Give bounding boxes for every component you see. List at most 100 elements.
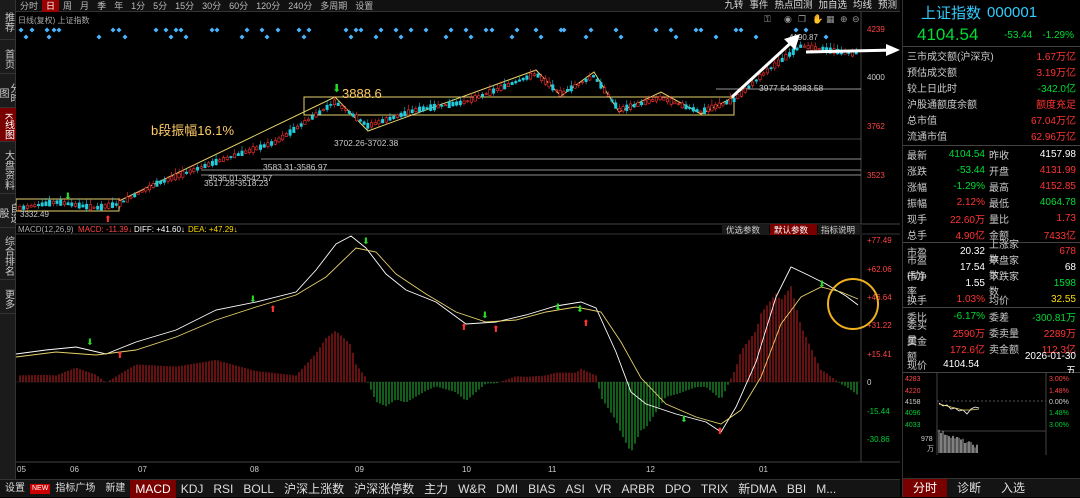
candle-body (332, 99, 336, 106)
period-tab-13[interactable]: 多周期 (316, 0, 351, 12)
indicator-tab-15[interactable]: VR (590, 480, 617, 498)
candle-body (817, 48, 821, 50)
left-tab-6[interactable]: 综合排名 (0, 228, 16, 280)
indicator-tab-13[interactable]: BIAS (523, 480, 560, 498)
range-label-2: 3702.26-3702.38 (334, 138, 399, 148)
macd-buttons[interactable]: 优选参数 默认参数 指标说明 (722, 224, 862, 235)
month-9: 01 (759, 465, 768, 474)
eye-icon[interactable]: ◉ (784, 14, 792, 24)
period-tab-3[interactable]: 月 (76, 0, 93, 12)
indicator-tab-11[interactable]: W&R (453, 480, 491, 498)
indicator-tab-3[interactable]: 新建 (100, 480, 130, 498)
candle-body (366, 123, 370, 129)
indicator-tab-16[interactable]: ARBR (616, 480, 659, 498)
macd-header: MACD(12,26,9) MACD: -11.39↓ DIFF: +41.60… (18, 225, 238, 234)
zoom-out-icon[interactable]: ⊖ (852, 14, 860, 24)
candle-body (355, 114, 359, 121)
indicator-tab-21[interactable]: M... (811, 480, 841, 498)
toolbar-item-4[interactable]: 均线 (850, 0, 875, 12)
indicator-tab-2[interactable]: 指标广场 (50, 480, 100, 498)
range-label-3: 3583.31-3586.97 (263, 162, 328, 172)
candle-body (392, 115, 396, 119)
period-tab-6[interactable]: 1分 (127, 0, 149, 12)
indicator-tab-8[interactable]: 沪深上涨数 (279, 480, 349, 498)
macd-tick-6: 0 (867, 378, 872, 387)
quote-tab-2[interactable]: 入选 (991, 479, 1035, 497)
period-tab-9[interactable]: 30分 (198, 0, 225, 12)
indicator-tab-9[interactable]: 沪深涨停数 (349, 480, 419, 498)
candle-body (621, 106, 625, 112)
candle-body (458, 100, 462, 106)
period-tab-1[interactable]: 日 (42, 0, 60, 12)
left-tab-4[interactable]: 大盘资料 (0, 142, 16, 194)
period-tab-14[interactable]: 设置 (351, 0, 377, 12)
indicator-tab-6[interactable]: RSI (208, 480, 238, 498)
candle-body (421, 106, 425, 112)
quotes-k1: 现手 (907, 214, 927, 226)
left-tab-5[interactable]: 自选股 (0, 194, 19, 228)
quotes-k1: 涨跌 (907, 166, 927, 178)
period-tab-10[interactable]: 60分 (225, 0, 252, 12)
left-tab-3[interactable]: K线图 (0, 108, 16, 142)
indicator-tab-1[interactable]: NEW (30, 483, 51, 494)
indicator-tab-5[interactable]: KDJ (176, 480, 209, 498)
mini-right-4: 1.48% (1049, 410, 1069, 417)
left-tab-0[interactable]: 推荐 (0, 0, 16, 40)
candle-body (373, 122, 377, 126)
candle-body (251, 146, 255, 153)
quote-tab-0[interactable]: 分时 (903, 479, 948, 497)
quote-tab-1[interactable]: 诊断 (947, 479, 991, 497)
quotes-v1: 2.12% (956, 196, 985, 208)
candle-body (36, 204, 40, 206)
kline-chart-area[interactable]: 日线(复权) 上证指数 ⚿ ◉ ❐ ✋ ▦ ⊕ ⊖ 4239 4000 3762… (16, 12, 900, 477)
candle-body (628, 103, 632, 110)
toolbar-item-1[interactable]: 事件 (746, 0, 771, 12)
indicator-tab-20[interactable]: BBI (782, 480, 811, 498)
indicator-tab-10[interactable]: 主力 (419, 480, 453, 498)
candle-body (799, 44, 803, 48)
period-tab-4[interactable]: 季 (93, 0, 110, 12)
period-tab-5[interactable]: 年 (110, 0, 127, 12)
macd-name: MACD(12,26,9) (18, 225, 74, 234)
period-tab-7[interactable]: 5分 (149, 0, 171, 12)
candle-body (532, 73, 536, 76)
orders-v2: -300.81万 (1032, 312, 1076, 324)
price-pct: -1.29% (1042, 29, 1074, 41)
toolbar-item-0[interactable]: 九转 (721, 0, 746, 12)
indicator-tab-4[interactable]: MACD (130, 479, 176, 498)
lock-icon[interactable]: ⚿ (764, 14, 771, 24)
candle-body (466, 100, 470, 103)
market-v2: 32.55 (1050, 293, 1076, 305)
indicator-tab-17[interactable]: DPO (660, 480, 696, 498)
orders-k1: 现价 (907, 360, 927, 372)
candle-body (399, 112, 403, 118)
period-tab-11[interactable]: 120分 (252, 0, 284, 12)
left-tab-1[interactable]: 首页 (0, 40, 16, 74)
toolbar-item-5[interactable]: 预测 (875, 0, 900, 12)
grid-icon[interactable]: ▦ (826, 14, 835, 24)
candle-body (277, 137, 281, 143)
copy-icon[interactable]: ❐ (798, 14, 806, 24)
indicator-tab-0[interactable]: 设置 (0, 480, 30, 498)
left-tab-7[interactable]: 更多 (0, 280, 16, 314)
zoom-in-icon[interactable]: ⊕ (840, 14, 848, 24)
period-tab-12[interactable]: 240分 (284, 0, 316, 12)
indicator-tab-19[interactable]: 新DMA (733, 480, 782, 498)
indicator-tab-12[interactable]: DMI (491, 480, 523, 498)
indicator-tab-7[interactable]: BOLL (238, 480, 279, 498)
indicator-tab-14[interactable]: ASI (560, 480, 589, 498)
toolbar-item-3[interactable]: 加自选 (815, 0, 850, 12)
left-tab-2[interactable]: 分时图 (0, 74, 19, 108)
candle-body (406, 109, 410, 116)
chart-svg[interactable]: 日线(复权) 上证指数 ⚿ ◉ ❐ ✋ ▦ ⊕ ⊖ 4239 4000 3762… (16, 12, 900, 477)
period-tab-8[interactable]: 15分 (171, 0, 198, 12)
indicator-tab-18[interactable]: TRIX (696, 480, 733, 498)
period-tab-0[interactable]: 分时 (16, 0, 42, 12)
period-tab-2[interactable]: 周 (59, 0, 76, 12)
mini-intraday-chart[interactable]: 4283 4220 4158 4096 4033 3.00% 1.48% 0.0… (903, 373, 1080, 455)
toolbar-item-2[interactable]: 热点回测 (771, 0, 815, 12)
hand-icon[interactable]: ✋ (812, 13, 823, 24)
candle-body (92, 206, 96, 209)
buy-arrow-icon: ⬆ (460, 322, 468, 332)
candle-body (521, 77, 525, 81)
